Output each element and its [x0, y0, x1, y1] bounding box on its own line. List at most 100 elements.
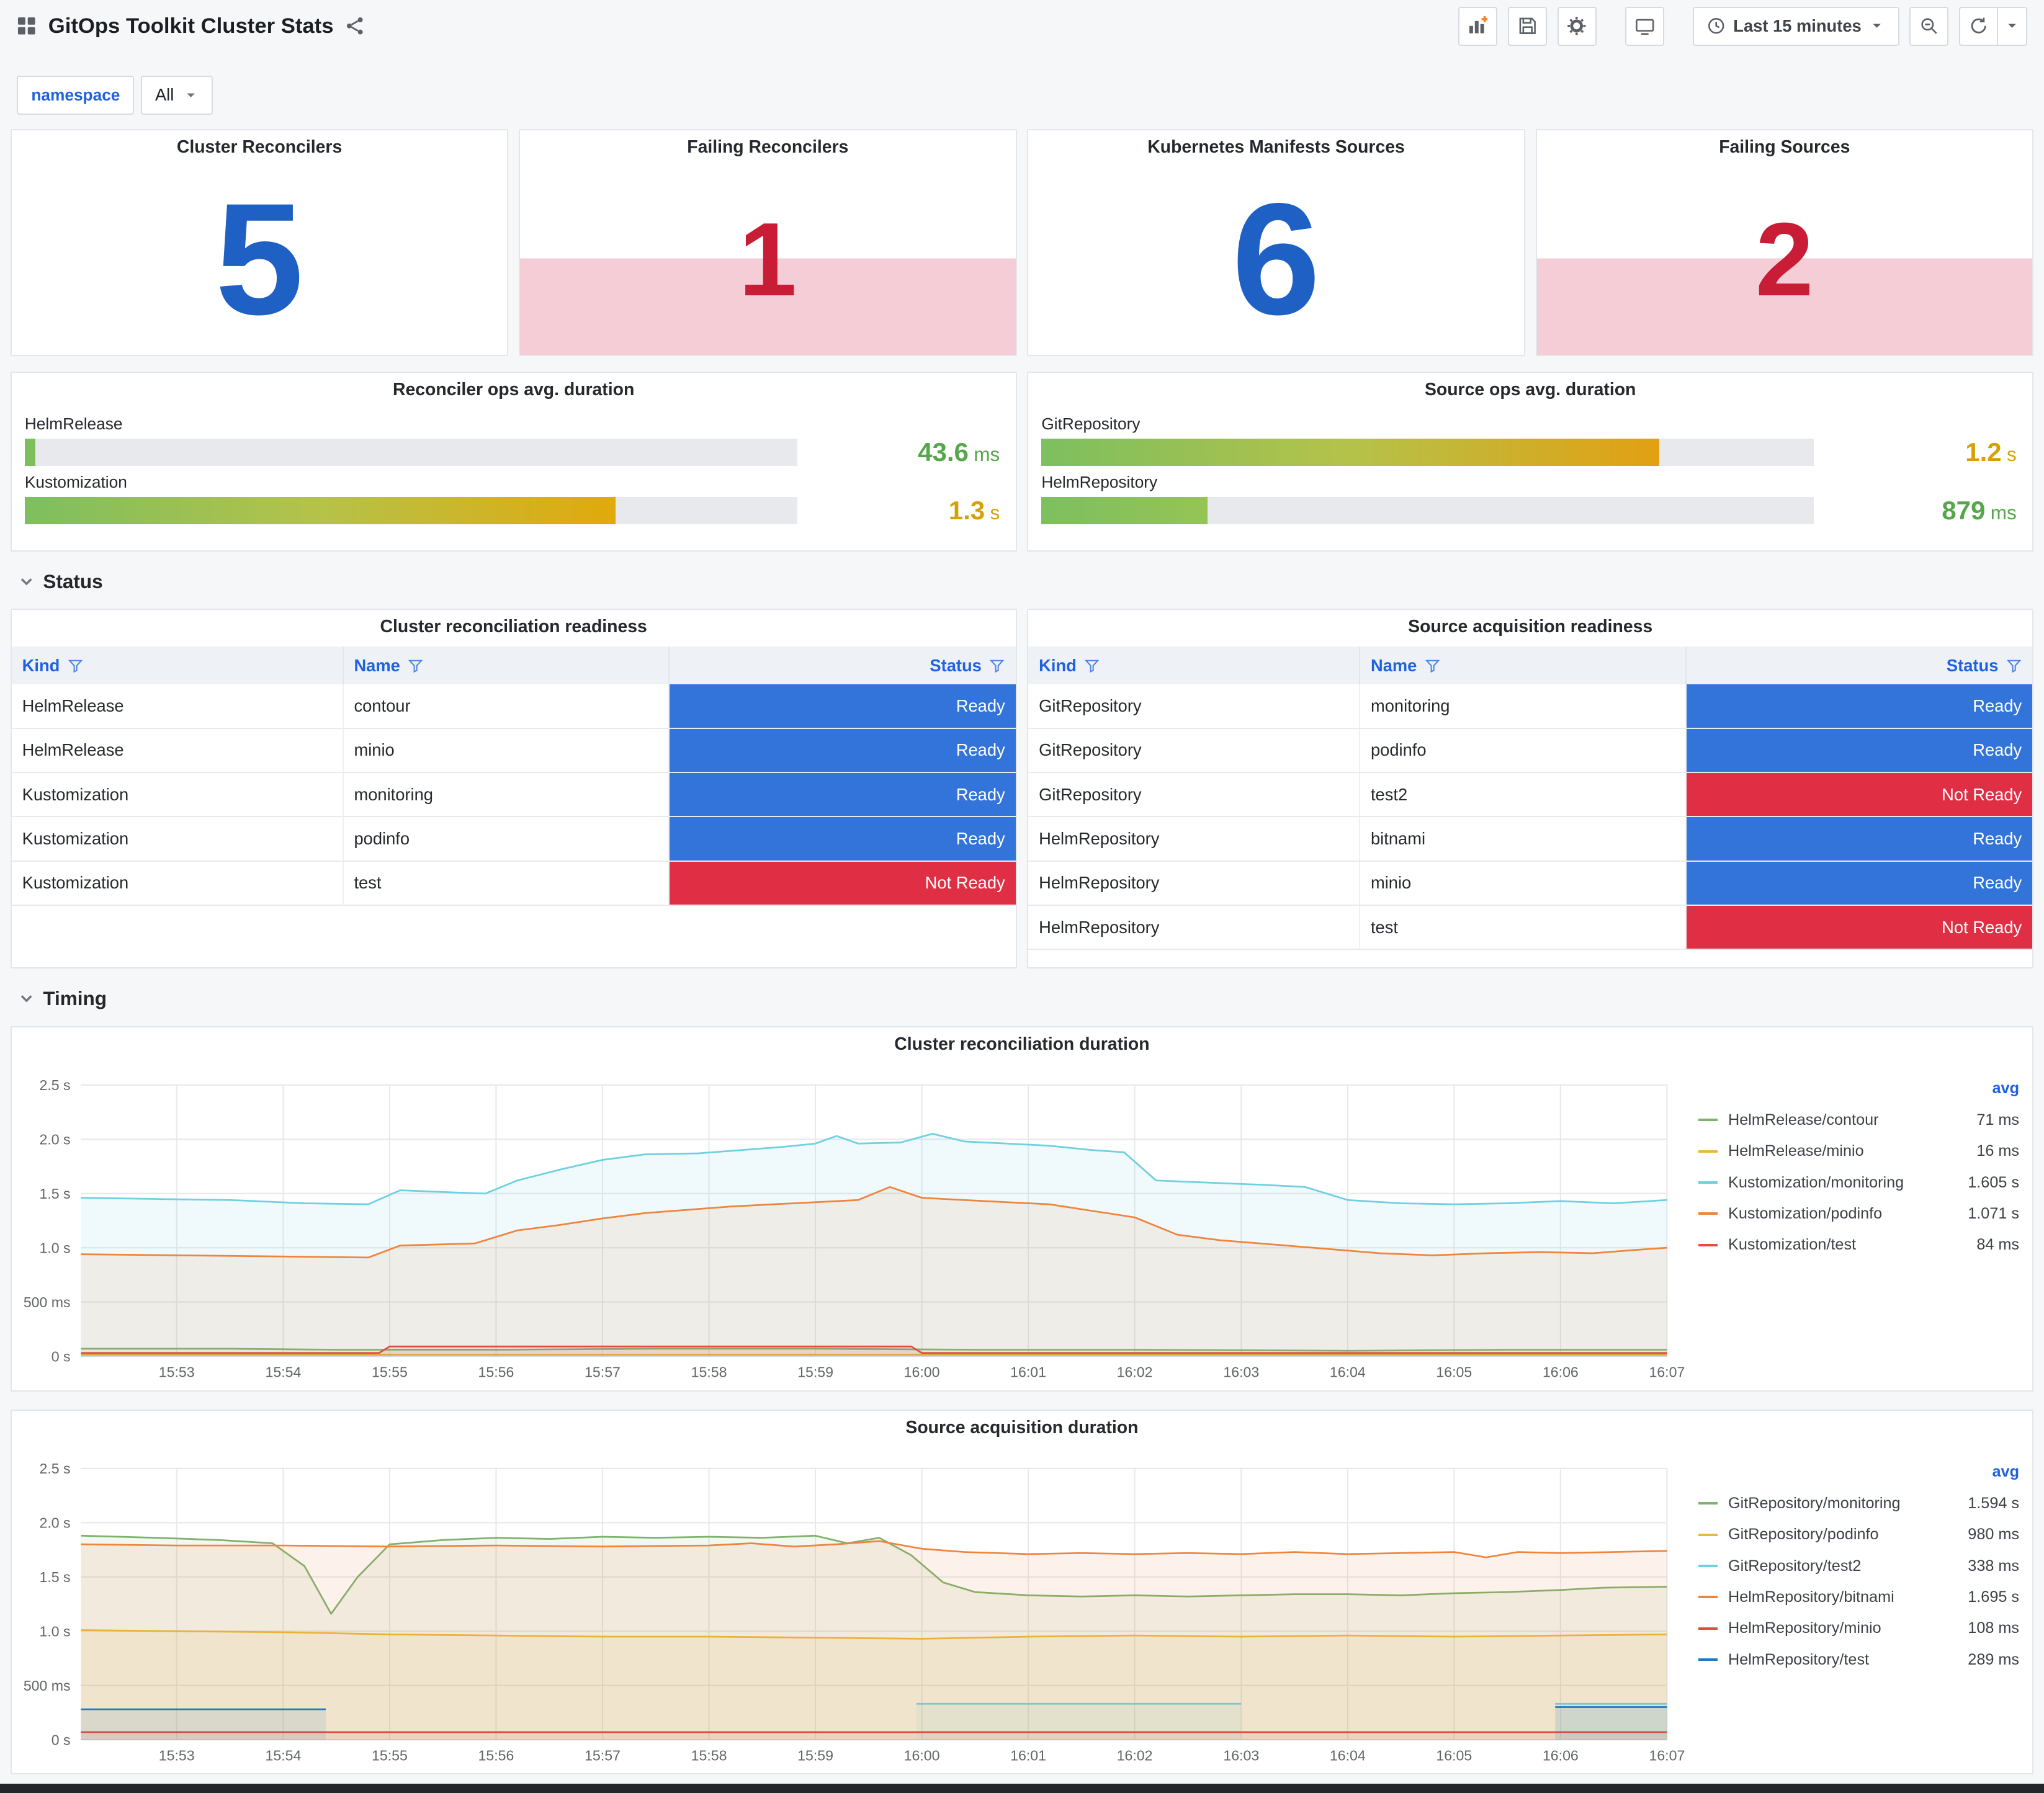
- filter-icon[interactable]: [68, 658, 83, 673]
- dashboard-grid-icon[interactable]: [17, 16, 37, 36]
- dashboard-settings-button[interactable]: [1557, 6, 1597, 46]
- gauge-track: [1041, 496, 1814, 525]
- series-name: GitRepository/monitoring: [1728, 1494, 1901, 1512]
- svg-text:500 ms: 500 ms: [24, 1678, 71, 1694]
- column-header-kind[interactable]: Kind: [11, 646, 344, 685]
- cell-name: test: [343, 861, 670, 906]
- refresh-interval-button[interactable]: [1998, 6, 2027, 46]
- filter-icon[interactable]: [1084, 658, 1100, 673]
- panel-cluster-reconciliation-duration: Cluster reconciliation duration 15:53 15:…: [10, 1026, 2034, 1392]
- section-row-timing[interactable]: Timing: [18, 985, 2025, 1013]
- stat-panels-row: Cluster Reconcilers 5 Failing Reconcilers 1…: [10, 128, 2033, 356]
- timeseries-chart[interactable]: 15:53 15:54 15:55 15:56 15:57 15:58 15:59 16:00…: [12, 1062, 1698, 1385]
- timeseries-chart[interactable]: 15:53 15:54 15:55 15:56 15:57 15:58 15:59 16:00…: [12, 1445, 1698, 1768]
- cell-kind: HelmRelease: [11, 684, 344, 729]
- gauge-row: Kustomization 1.3 s: [24, 473, 1003, 525]
- legend-item[interactable]: HelmRepository/test 289 ms: [1698, 1644, 2019, 1675]
- series-name: HelmRepository/bitnami: [1728, 1588, 1894, 1606]
- table-row: HelmRelease contour Ready: [11, 684, 1016, 729]
- svg-text:15:57: 15:57: [585, 1364, 621, 1380]
- panel-title: Cluster reconciliation readiness: [380, 617, 647, 637]
- filter-icon[interactable]: [1425, 658, 1440, 673]
- svg-text:16:06: 16:06: [1543, 1747, 1579, 1763]
- svg-text:15:54: 15:54: [265, 1364, 301, 1380]
- cell-status: Not Ready: [1685, 772, 2033, 818]
- stat-panel-failing-reconcilers: Failing Reconcilers 1: [519, 128, 1017, 356]
- cell-kind: Kustomization: [11, 816, 344, 862]
- svg-text:16:04: 16:04: [1330, 1364, 1366, 1380]
- legend-item[interactable]: Kustomization/test 84 ms: [1698, 1230, 2019, 1261]
- time-range-picker[interactable]: Last 15 minutes: [1693, 6, 1899, 46]
- section-title: Timing: [43, 987, 107, 1010]
- series-name: Kustomization/test: [1728, 1236, 1857, 1254]
- refresh-button[interactable]: [1959, 6, 1999, 46]
- grafana-dashboard: GitOps Toolkit Cluster Stats Last 15 min…: [0, 0, 2044, 1793]
- svg-text:2.5 s: 2.5 s: [39, 1460, 70, 1477]
- svg-text:2.0 s: 2.0 s: [39, 1514, 70, 1531]
- series-color-swatch: [1698, 1181, 1718, 1184]
- share-icon[interactable]: [345, 16, 365, 36]
- variable-picker-namespace[interactable]: All: [140, 75, 213, 115]
- panel-title: Source ops avg. duration: [1424, 379, 1636, 400]
- gauge-label: HelmRelease: [24, 414, 123, 434]
- cell-kind: GitRepository: [1028, 684, 1361, 729]
- svg-text:15:59: 15:59: [797, 1364, 833, 1380]
- legend-item[interactable]: GitRepository/podinfo 980 ms: [1698, 1519, 2019, 1550]
- svg-text:15:59: 15:59: [797, 1747, 833, 1763]
- window-bottom-edge: [0, 1784, 2044, 1793]
- svg-text:15:56: 15:56: [478, 1364, 514, 1380]
- cell-name: test: [1360, 905, 1687, 950]
- series-color-swatch: [1698, 1212, 1718, 1215]
- table-row: HelmRelease minio Ready: [11, 728, 1016, 773]
- column-header-name[interactable]: Name: [343, 646, 670, 685]
- legend-item[interactable]: HelmRepository/minio 108 ms: [1698, 1613, 2019, 1644]
- add-panel-button[interactable]: [1458, 6, 1497, 46]
- dashboard-title: GitOps Toolkit Cluster Stats: [48, 14, 334, 38]
- series-color-swatch: [1698, 1243, 1718, 1246]
- table-row: HelmRepository minio Ready: [1028, 861, 2033, 906]
- save-dashboard-button[interactable]: [1507, 6, 1547, 46]
- dashboard-grid: Cluster Reconcilers 5 Failing Reconcilers 1…: [0, 128, 2044, 1775]
- cell-kind: HelmRepository: [1028, 905, 1361, 950]
- legend-item[interactable]: HelmRelease/contour 71 ms: [1698, 1104, 2019, 1135]
- column-header-kind[interactable]: Kind: [1028, 646, 1361, 685]
- svg-text:16:00: 16:00: [903, 1747, 939, 1763]
- stat-value: 5: [215, 170, 304, 348]
- column-header-name[interactable]: Name: [1360, 646, 1687, 685]
- svg-text:15:57: 15:57: [585, 1747, 621, 1763]
- series-color-swatch: [1698, 1565, 1718, 1567]
- series-color-swatch: [1698, 1596, 1718, 1599]
- series-name: HelmRepository/test: [1728, 1650, 1870, 1668]
- filter-icon[interactable]: [989, 658, 1005, 673]
- cycle-view-mode-button[interactable]: [1625, 6, 1664, 46]
- status-badge: Ready: [670, 728, 1016, 771]
- column-header-status[interactable]: Status: [669, 646, 1016, 685]
- gear-icon: [1567, 16, 1587, 36]
- svg-text:16:03: 16:03: [1223, 1747, 1259, 1763]
- chevron-down-icon: [183, 87, 199, 103]
- zoom-out-time-button[interactable]: [1909, 6, 1949, 46]
- gauge-label: HelmRepository: [1041, 472, 1158, 491]
- legend-item[interactable]: HelmRepository/bitnami 1.695 s: [1698, 1581, 2019, 1612]
- svg-text:16:05: 16:05: [1436, 1747, 1472, 1763]
- navbar: GitOps Toolkit Cluster Stats Last 15 min…: [0, 0, 2044, 52]
- filter-icon[interactable]: [408, 658, 423, 673]
- filter-icon[interactable]: [2006, 658, 2022, 673]
- cell-name: minio: [1360, 861, 1687, 906]
- legend-item[interactable]: Kustomization/podinfo 1.071 s: [1698, 1198, 2019, 1229]
- cell-status: Ready: [1685, 861, 2033, 906]
- panel-source-acquisition-readiness: Source acquisition readiness Kind Name Sta…: [1027, 609, 2034, 969]
- legend-item[interactable]: GitRepository/test2 338 ms: [1698, 1550, 2019, 1581]
- legend-item[interactable]: GitRepository/monitoring 1.594 s: [1698, 1488, 2019, 1519]
- section-row-status[interactable]: Status: [18, 567, 2025, 596]
- panel-cluster-reconciliation-readiness: Cluster reconciliation readiness Kind Nam…: [10, 609, 1017, 969]
- cell-name: podinfo: [1360, 728, 1687, 773]
- svg-text:16:07: 16:07: [1649, 1747, 1685, 1763]
- legend-item[interactable]: Kustomization/monitoring 1.605 s: [1698, 1167, 2019, 1198]
- column-header-status[interactable]: Status: [1685, 646, 2033, 685]
- panel-reconciler-ops-duration: Reconciler ops avg. duration HelmRelease…: [10, 371, 1017, 552]
- legend-avg-header: avg: [1992, 1462, 2019, 1480]
- legend-item[interactable]: HelmRelease/minio 16 ms: [1698, 1135, 2019, 1166]
- gauge-value: 879 ms: [1942, 496, 2017, 525]
- chevron-down-icon: [18, 573, 35, 590]
